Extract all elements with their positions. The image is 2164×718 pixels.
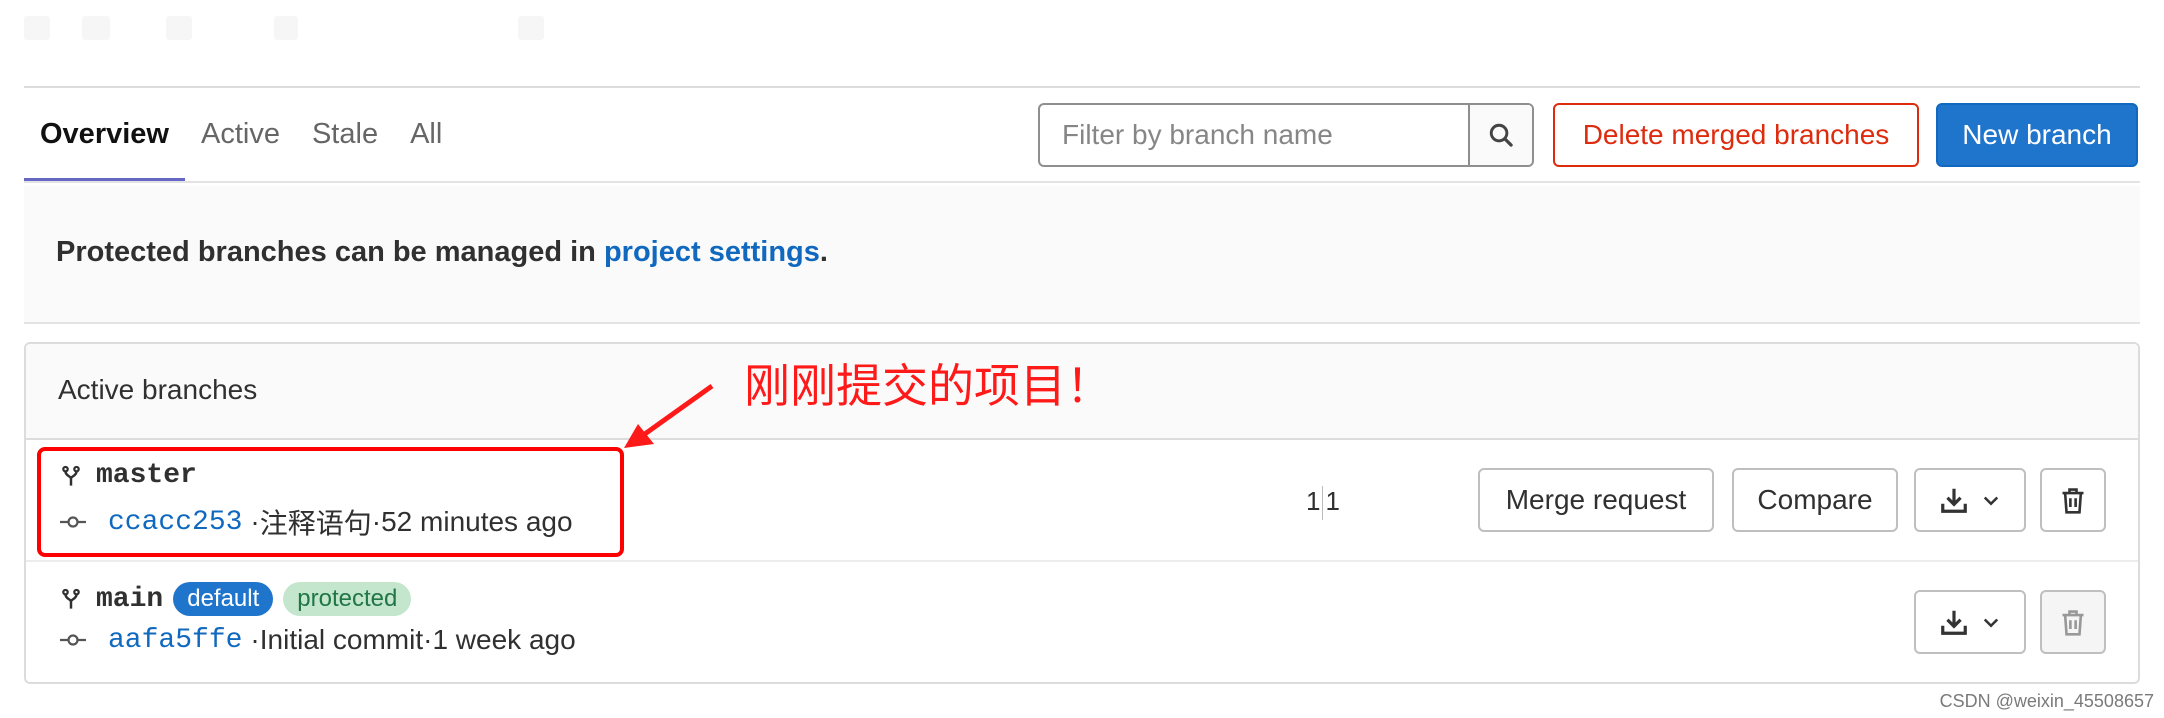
branch-icon — [62, 588, 80, 609]
commit-message: Initial commit — [259, 624, 424, 655]
tab-active[interactable]: Active — [185, 108, 296, 180]
download-dropdown-button[interactable] — [1914, 590, 2026, 654]
project-settings-link[interactable]: project settings — [604, 236, 820, 268]
delete-merged-branches-button[interactable]: Delete merged branches — [1553, 103, 1919, 167]
merge-request-button[interactable]: Merge request — [1478, 468, 1714, 532]
delete-branch-button[interactable] — [2040, 590, 2106, 654]
protected-badge: protected — [283, 582, 412, 616]
annotation-text: 刚刚提交的项目！ — [744, 359, 1112, 413]
trash-icon — [2062, 488, 2084, 514]
branch-row: main default protected aafa5ffe · Initia… — [26, 562, 2138, 682]
protected-branches-notice: Protected branches can be managed in pro… — [24, 186, 2140, 324]
branch-name-line: main default protected — [60, 582, 412, 616]
top-placeholder-strip — [24, 12, 544, 46]
new-branch-button[interactable]: New branch — [1936, 103, 2138, 167]
watermark: CSDN @weixin_45508657 — [1939, 691, 2154, 711]
tab-stale[interactable]: Stale — [296, 108, 394, 180]
notice-text: Protected branches can be managed in pro… — [56, 236, 828, 268]
commit-sha-link[interactable]: aafa5ffe — [108, 625, 242, 656]
tab-overview[interactable]: Overview — [24, 108, 185, 182]
branch-name[interactable]: main — [96, 584, 163, 615]
branch-tabs: Overview Active Stale All — [24, 108, 458, 182]
divergence-graph: 11 — [1306, 486, 1340, 521]
tabs-divider — [24, 181, 2140, 183]
commit-icon — [60, 634, 86, 646]
annotation-highlight-box — [37, 447, 624, 557]
top-divider — [24, 86, 2140, 88]
behind-count: 1 — [1306, 486, 1321, 516]
download-icon — [1941, 488, 1967, 513]
delete-branch-button[interactable] — [2040, 468, 2106, 532]
panel-title: Active branches — [58, 374, 258, 405]
ahead-count: 1 — [1325, 486, 1340, 516]
chevron-down-icon — [1983, 618, 1999, 628]
compare-button[interactable]: Compare — [1732, 468, 1898, 532]
download-icon — [1941, 610, 1967, 635]
commit-line: aafa5ffe · Initial commit · 1 week ago — [60, 624, 576, 656]
trash-icon — [2062, 610, 2084, 636]
search-icon — [1489, 123, 1513, 147]
commit-age: 1 week ago — [432, 624, 576, 655]
download-dropdown-button[interactable] — [1914, 468, 2026, 532]
tab-all[interactable]: All — [394, 108, 458, 180]
branch-filter-input[interactable] — [1040, 105, 1468, 165]
annotation-arrow-icon — [624, 383, 714, 448]
chevron-down-icon — [1983, 496, 1999, 506]
branch-search — [1038, 103, 1534, 167]
search-button[interactable] — [1468, 105, 1532, 165]
default-badge: default — [173, 582, 274, 616]
